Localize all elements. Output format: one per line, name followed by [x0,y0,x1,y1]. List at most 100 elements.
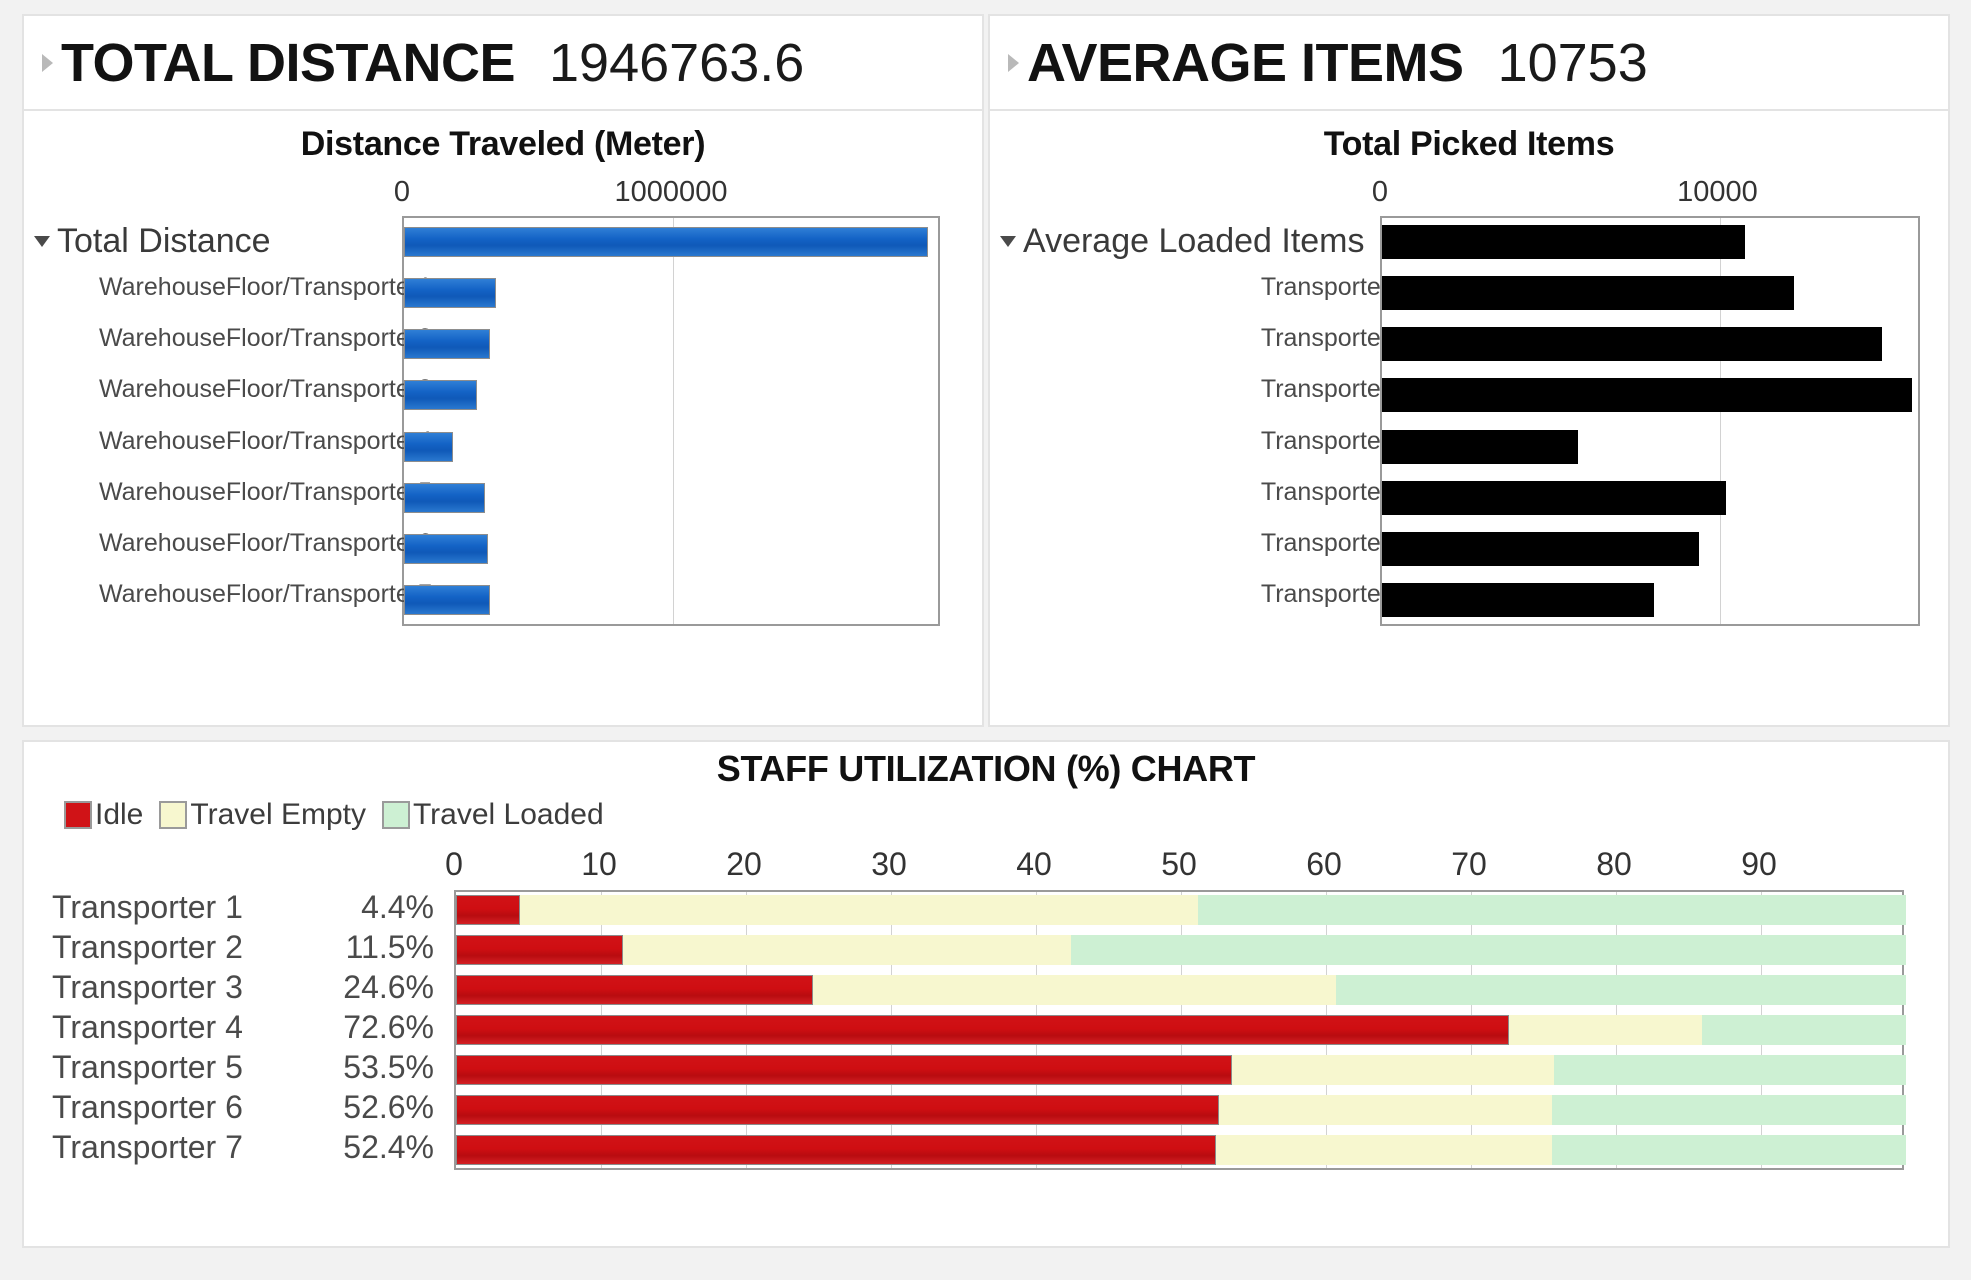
axis-tick-label: 80 [1596,846,1632,882]
legend-item[interactable]: Idle [64,798,143,832]
bar[interactable] [1382,275,1794,310]
bar[interactable] [1382,327,1882,362]
bar[interactable] [1382,532,1700,567]
dashboard-root: TOTAL DISTANCE 1946763.6 AVERAGE ITEMS 1… [0,0,1971,1280]
axis-tick-label: 1000000 [614,176,728,208]
axis-tick-label: 20 [726,846,762,882]
stacked-bar-segment-loaded[interactable] [1701,1015,1906,1045]
value-label: 11.5% [345,929,434,965]
axis-tick-label: 70 [1451,846,1487,882]
stacked-bar-segment-loaded[interactable] [1552,1135,1906,1165]
axis-tick-label: 10000 [1677,176,1758,208]
stacked-bar-segment-loaded[interactable] [1552,1095,1906,1125]
bar[interactable] [1382,429,1578,464]
legend-label: Idle [95,798,144,831]
collapse-triangle-icon[interactable] [34,235,50,247]
category-label: Transporter 2 [52,929,243,965]
stacked-bar-segment-loaded[interactable] [1198,895,1906,925]
value-label: 52.4% [343,1129,434,1165]
kpi-card-average-items[interactable]: AVERAGE ITEMS 10753 [988,14,1950,111]
legend-item[interactable]: Travel Loaded [381,798,604,832]
category-label-text: WarehouseFloor/Transporter7 [98,580,432,609]
category-label: WarehouseFloor/Transporter4 [72,427,432,456]
bar[interactable] [404,329,491,360]
category-label: Transporter 3 [1038,375,1410,404]
bar[interactable] [404,431,453,462]
stacked-bar-segment-idle[interactable] [456,935,623,965]
bar[interactable] [404,585,491,616]
category-label-text: WarehouseFloor/Transporter1 [98,272,432,301]
category-label: Transporter 7 [1038,580,1410,609]
stacked-bar-segment-empty[interactable] [1508,1015,1702,1045]
bar[interactable] [1382,378,1912,413]
axis-tick-label: 50 [1161,846,1197,882]
stacked-bar-segment-loaded[interactable] [1336,975,1906,1005]
chart-title: Distance Traveled (Meter) [300,125,706,163]
total-picked-items-bar-chart[interactable]: 0 10000 Average Loaded Items Transporter 1 T… [990,170,1948,690]
stacked-bar-segment-empty[interactable] [1215,1135,1553,1165]
bar[interactable] [1382,224,1745,259]
category-label: Transporter 1 [52,889,243,925]
axis-tick-labels: 0 1000000 [24,170,982,208]
stacked-bar-segment-idle[interactable] [456,975,813,1005]
value-label: 24.6% [343,969,434,1005]
category-label-text: Total Distance [57,221,271,260]
stacked-bar-segment-idle[interactable] [456,1055,1232,1085]
bar[interactable] [404,380,478,411]
stacked-bar-segment-idle[interactable] [456,1015,1509,1045]
stacked-bar-segment-empty[interactable] [622,935,1071,965]
axis-tick-label: 10 [581,846,617,882]
stacked-bar-segment-empty[interactable] [1231,1055,1554,1085]
category-label-parent[interactable]: Total Distance [34,222,394,261]
category-label-text: WarehouseFloor/Transporter3 [98,375,432,404]
legend-color-swatch [159,801,188,829]
stacked-bar-segment-empty[interactable] [812,975,1337,1005]
stacked-bar-segment-loaded[interactable] [1070,935,1906,965]
legend-item[interactable]: Travel Empty [159,798,366,832]
category-label: Transporter 6 [52,1089,243,1125]
category-label-text: WarehouseFloor/Transporter6 [98,529,432,558]
axis-tick-label: 0 [445,846,463,882]
bar[interactable] [404,277,497,308]
stacked-bar-segment-idle[interactable] [456,1095,1219,1125]
category-label-text: WarehouseFloor/Transporter2 [98,324,432,353]
category-label-parent[interactable]: Average Loaded Items [1000,222,1372,261]
axis-tick-label: 0 [1371,176,1389,208]
staff-utilization-stacked-chart[interactable]: 0 10 20 30 40 50 60 70 80 90 Transporter 1 4.4% Tran… [24,842,1948,1246]
stacked-bar-segment-loaded[interactable] [1553,1055,1906,1085]
category-label: Transporter 7 [52,1129,243,1165]
category-label: Transporter 5 [1038,478,1410,507]
legend-label: Travel Loaded [412,798,604,831]
kpi-value: 1946763.6 [549,32,805,93]
axis-tick-label: 60 [1306,846,1342,882]
value-label: 4.4% [361,889,434,925]
stacked-bar-segment-idle[interactable] [456,1135,1216,1165]
category-label: WarehouseFloor/Transporter5 [72,478,432,507]
bar[interactable] [1382,583,1654,618]
stacked-bar-segment-idle[interactable] [456,895,520,925]
category-label: Transporter 1 [1038,273,1410,302]
legend-color-swatch [381,801,410,829]
category-label: Transporter 4 [1038,427,1410,456]
expand-triangle-icon[interactable] [42,53,53,72]
stacked-bar-segment-empty[interactable] [1218,1095,1553,1125]
category-label: WarehouseFloor/Transporter1 [72,273,432,302]
expand-triangle-icon[interactable] [1008,53,1019,72]
value-label: 72.6% [343,1009,434,1045]
category-label: WarehouseFloor/Transporter2 [72,324,432,353]
bar[interactable] [1382,480,1727,515]
legend-color-swatch [64,801,92,829]
collapse-triangle-icon[interactable] [1000,235,1016,247]
category-label: WarehouseFloor/Transporter7 [72,580,432,609]
bar[interactable] [404,226,928,257]
axis-tick-label: 90 [1741,846,1777,882]
axis-tick-label: 0 [393,176,411,208]
category-label: WarehouseFloor/Transporter6 [72,529,432,558]
bar[interactable] [404,482,485,513]
stacked-bar-segment-empty[interactable] [519,895,1199,925]
kpi-card-total-distance[interactable]: TOTAL DISTANCE 1946763.6 [22,14,984,111]
bar[interactable] [404,534,488,565]
category-label: Transporter 4 [52,1009,243,1045]
distance-traveled-bar-chart[interactable]: 0 1000000 Total Distance WarehouseFloor/Tra… [24,170,982,690]
category-label: Transporter 2 [1038,324,1410,353]
